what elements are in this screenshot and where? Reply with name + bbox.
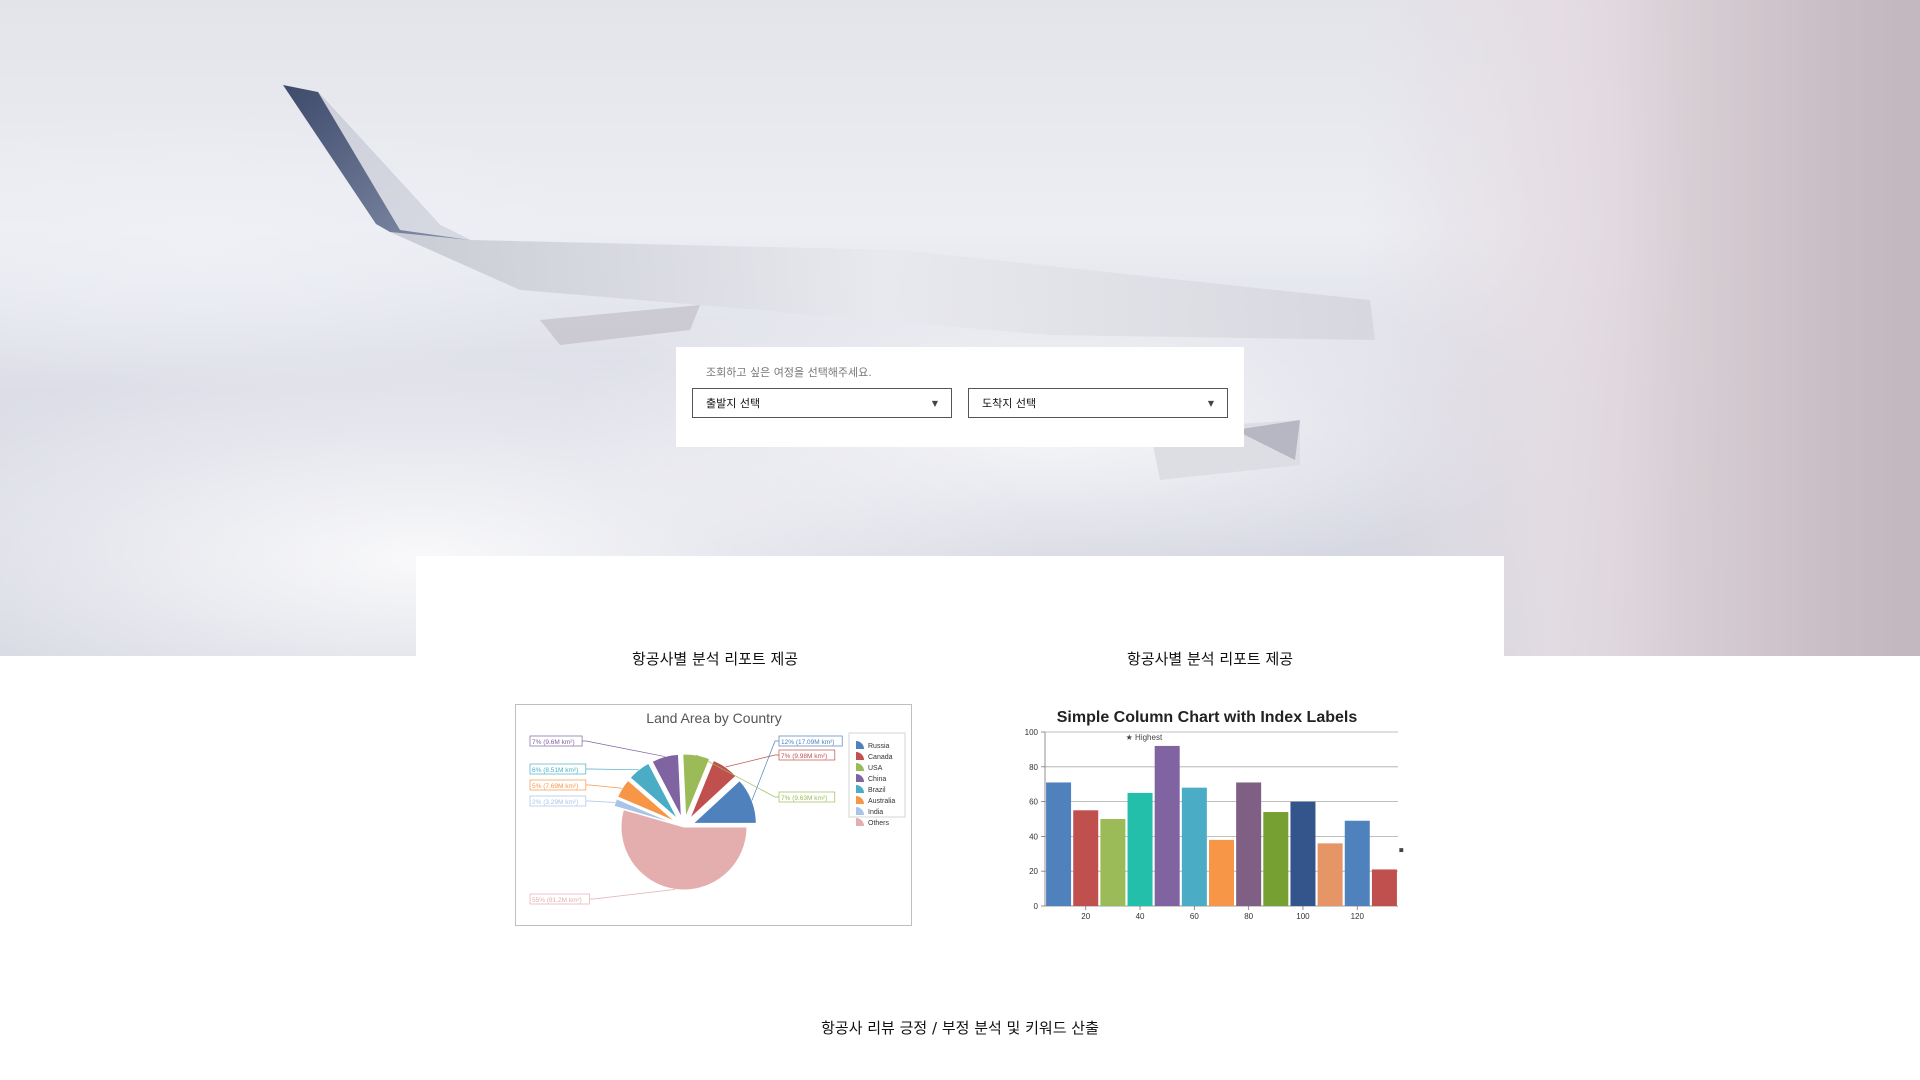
pie-legend-label: USA	[868, 765, 883, 772]
x-tick-label: 100	[1296, 912, 1310, 921]
pie-label-connector	[589, 889, 676, 900]
column-bar	[1317, 843, 1343, 906]
pie-index-label: 55% (81.2M km²)	[532, 897, 582, 904]
y-tick-label: 40	[1029, 832, 1038, 841]
column-bar	[1371, 869, 1397, 906]
trip-search-card: 조회하고 싶은 여정을 선택해주세요. 출발지 선택 ▼ 도착지 선택 ▼	[676, 347, 1244, 447]
x-tick-label: 60	[1190, 912, 1199, 921]
departure-select[interactable]: 출발지 선택 ▼	[692, 388, 952, 418]
column-bar	[1154, 745, 1180, 906]
pie-chart-svg: Land Area by Country 12% (17.09M km²) 7% …	[529, 710, 906, 905]
column-bar	[1263, 812, 1289, 906]
triangle-down-icon: ▼	[931, 398, 938, 408]
x-tick-label: 80	[1244, 912, 1253, 921]
y-tick-label: 0	[1034, 902, 1039, 911]
pie-legend-marker	[856, 818, 864, 826]
pie-legend-label: China	[868, 776, 886, 783]
column-index-label: ★ Highest	[1126, 733, 1163, 742]
pie-label-connector	[751, 740, 779, 801]
pie-legend-label: Canada	[868, 754, 893, 761]
column-bar	[1209, 839, 1234, 906]
x-tick-label: 120	[1351, 912, 1365, 921]
window-frame-shadow	[1620, 0, 1920, 656]
pie-index-label: 2% (3.29M km²)	[532, 799, 578, 806]
pie-index-label: 7% (9.6M km²)	[532, 739, 575, 746]
column-bar	[1181, 787, 1207, 906]
pie-legend-label: Brazil	[868, 787, 886, 794]
column-bar	[1073, 810, 1099, 906]
simple-column-chart: Simple Column Chart with Index Labels 0 2…	[1005, 704, 1432, 930]
x-tick-label: 20	[1081, 912, 1090, 921]
section-title-bottom: 항공사 리뷰 긍정 / 부정 분석 및 키워드 산출	[821, 1019, 1099, 1037]
column-bar	[1046, 782, 1072, 906]
section-title-left: 항공사별 분석 리포트 제공	[632, 650, 799, 668]
section-title-right: 항공사별 분석 리포트 제공	[1127, 650, 1294, 668]
column-bar	[1127, 792, 1153, 906]
column-bar	[1100, 819, 1126, 906]
x-tick-label: 40	[1136, 912, 1145, 921]
y-tick-label: 80	[1029, 763, 1038, 772]
pie-chart-title: Land Area by Country	[646, 710, 781, 726]
land-area-pie-chart: Land Area by Country 12% (17.09M km²) 7% …	[515, 704, 912, 926]
y-tick-label: 20	[1029, 867, 1038, 876]
column-chart-svg: Simple Column Chart with Index Labels 0 2…	[1025, 709, 1432, 921]
pie-index-label: 7% (9.98M km²)	[781, 753, 827, 760]
triangle-down-icon: ▼	[1207, 398, 1214, 408]
departure-select-label: 출발지 선택	[706, 397, 761, 410]
y-tick-label: 60	[1029, 798, 1038, 807]
column-bar	[1290, 801, 1316, 906]
search-prompt: 조회하고 싶은 여정을 선택해주세요.	[706, 366, 872, 379]
pie-legend-label: Russia	[868, 743, 890, 750]
y-tick-label: 100	[1025, 728, 1039, 737]
column-chart-title: Simple Column Chart with Index Labels	[1057, 709, 1358, 726]
pie-legend-label: Australia	[868, 798, 895, 805]
pie-label-connector	[585, 768, 639, 771]
column-bar	[1344, 820, 1370, 906]
pie-label-connector	[582, 740, 665, 757]
arrival-select[interactable]: 도착지 선택 ▼	[968, 388, 1228, 418]
arrival-select-label: 도착지 선택	[982, 397, 1037, 410]
pie-index-label: 12% (17.09M km²)	[781, 739, 834, 746]
pie-index-label: 5% (7.69M km²)	[532, 783, 578, 790]
pie-legend-label: Others	[868, 820, 890, 827]
pie-label-connector	[725, 754, 779, 768]
pie-index-label: 6% (8.51M km²)	[532, 767, 578, 774]
pie-legend: Russia Canada USA China Brazil Australia India…	[848, 732, 906, 827]
column-bar	[1236, 782, 1262, 906]
pie-index-label: 7% (9.63M km²)	[781, 795, 827, 802]
pie-label-connector	[585, 784, 623, 789]
pie-legend-label: India	[868, 809, 883, 816]
column-index-label: ■ Lowest	[1399, 845, 1405, 854]
pie-label-connector	[585, 800, 616, 803]
